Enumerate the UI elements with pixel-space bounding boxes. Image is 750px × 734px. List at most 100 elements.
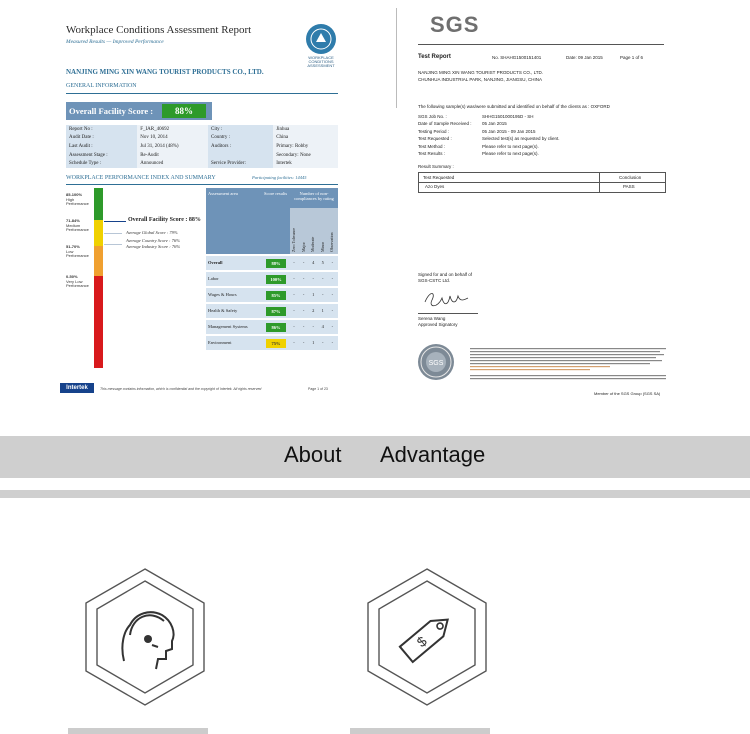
tab-bar-underline (0, 490, 750, 498)
price-tag-icon: $ (362, 565, 492, 715)
industry-score: Average Industry Score : 76% (126, 244, 181, 249)
report-footer: This message contains information, which… (100, 387, 262, 391)
info-value: Intertek (273, 159, 338, 168)
general-info-header: GENERAL INFORMATION (66, 83, 137, 89)
field-value: SHHG1501000195D - SH (482, 114, 534, 119)
tab-bar (0, 436, 750, 478)
info-value: Re-Audit (137, 150, 208, 160)
field-value: Selected test(s) as requested by client. (482, 136, 560, 142)
divider (66, 184, 338, 185)
band-label: 51-70% Low Performance (66, 244, 92, 259)
info-value: Announced (137, 159, 208, 168)
field-label: Test Requested : (418, 136, 452, 142)
header-results: Score results (264, 191, 288, 196)
country-score: Average Country Score : 76% (126, 238, 180, 243)
facility-marker (104, 221, 126, 222)
result-header-conclusion: Conclusion (619, 175, 642, 180)
info-row: Last Audit : Jul 31, 2014 (48%) Auditors :… (66, 142, 338, 151)
report-title: Workplace Conditions Assessment Report (66, 24, 252, 36)
report-company: NANJING MING XIN WANG TOURIST PRODUCTS C… (66, 68, 264, 76)
row-nc-count: - (293, 260, 295, 265)
info-label: Report No : (66, 125, 138, 134)
row-score: 75% (266, 338, 286, 348)
result-header-test: Test Requested (423, 175, 455, 180)
signed-company: SGS-CSTC Ltd. (418, 278, 451, 283)
row-score: 88% (266, 258, 286, 268)
row-nc-count: - (312, 324, 314, 329)
intertek-logo: Intertek (60, 383, 94, 393)
field-value: Please refer to next page(s). (482, 143, 539, 149)
tab-advantage[interactable]: Advantage (380, 442, 485, 468)
sgs-stamp-icon: SGS (418, 344, 454, 380)
band-name: High Performance (66, 196, 89, 206)
divider (418, 44, 664, 45)
global-score: Average Global Score : 79% (126, 230, 178, 235)
band-high (94, 188, 103, 220)
info-value: Secondary: None (273, 150, 338, 160)
row-nc-count: - (331, 308, 334, 313)
overall-score-value: 88% (162, 104, 206, 118)
nc-rating-header: Observation (329, 232, 335, 252)
row-nc-count: - (302, 340, 305, 345)
nc-rating-header: Major (300, 242, 306, 252)
signed-for: Signed for and on behalf of (418, 272, 473, 277)
field-label: Testing Period : (418, 128, 450, 134)
band-label: 71-84% Medium Performance (66, 218, 92, 233)
row-nc-count: - (293, 308, 295, 313)
info-label: Assessment Stage : (66, 150, 138, 160)
row-nc-count: - (302, 308, 305, 313)
info-row: Audit Date : Nov 10, 2014 Country : China (66, 133, 338, 143)
row-nc-count: 5 (321, 260, 324, 265)
nc-rating-header: Minor (319, 242, 325, 252)
field-label: SGS Job No. : (418, 114, 447, 119)
result-test-name: Azo Dyes (425, 184, 445, 189)
legal-fine-print (470, 348, 666, 384)
page-edge (396, 8, 397, 108)
row-area: Overall (208, 260, 223, 265)
row-nc-count: - (322, 340, 324, 345)
row-nc-count: - (302, 324, 305, 329)
facility-score: Overall Facility Score : 88% (128, 217, 201, 223)
row-nc-count: - (293, 276, 295, 281)
client-address: CHUNHUA INDUSTRIAL PARK, NANJING, JIANGS… (418, 77, 543, 82)
signature-role: Approved Signatory (418, 322, 458, 327)
assessment-report-image: Workplace Conditions Assessment Report M… (52, 8, 342, 403)
summary-row: Overall 88% - - 4 5 - (206, 256, 338, 270)
info-label: City : (207, 125, 274, 134)
band-label: 0-50% Very Low Performance (66, 274, 92, 289)
band-name: Medium Performance (66, 222, 89, 232)
row-nc-count: 2 (312, 308, 315, 313)
info-label: Service Provider: (207, 159, 274, 168)
info-row: Report No : F_IAR_40692 City : Jinhua (66, 125, 338, 134)
info-label: Last Audit : (66, 142, 138, 151)
row-nc-count: - (322, 292, 324, 297)
field-value: 05 Jan 2015 - 09 Jan 2015 (482, 128, 536, 134)
sgs-logo: SGS (430, 12, 480, 37)
result-summary: Result Summary : (418, 164, 454, 169)
participating-facilities: Participating facilities: 14445 (252, 175, 307, 180)
info-label: Country : (207, 133, 274, 143)
info-label: Audit Date : (66, 133, 138, 143)
row-nc-count: 4 (321, 324, 324, 329)
band-label: 85-100% High Performance (66, 192, 92, 207)
row-nc-count: - (293, 292, 295, 297)
band-name: Low Performance (66, 248, 89, 258)
row-nc-count: - (302, 260, 305, 265)
info-value: F_IAR_40692 (137, 125, 208, 134)
wca-logo-text: WORKPLACE CONDITIONS ASSESSMENT (307, 55, 335, 68)
divider (66, 93, 338, 94)
row-score: 87% (266, 306, 286, 316)
row-nc-count: - (331, 340, 334, 345)
row-score: 85% (266, 290, 286, 300)
row-nc-count: - (302, 276, 305, 281)
result-table: Test Requested Conclusion Azo Dyes PASS (418, 172, 666, 193)
row-nc-count: 1 (312, 292, 315, 297)
feature-caption-1 (68, 728, 208, 734)
row-area: Wages & Hours (208, 292, 237, 297)
field-label: Date of Sample Received : (418, 121, 472, 127)
header-nc: Number of non-compliances by rating (294, 191, 334, 201)
row-area: Management Systems (208, 324, 248, 329)
field-value: 05 Jan 2015 (482, 121, 507, 127)
tab-about[interactable]: About (284, 442, 342, 468)
band-very-low (94, 276, 103, 368)
